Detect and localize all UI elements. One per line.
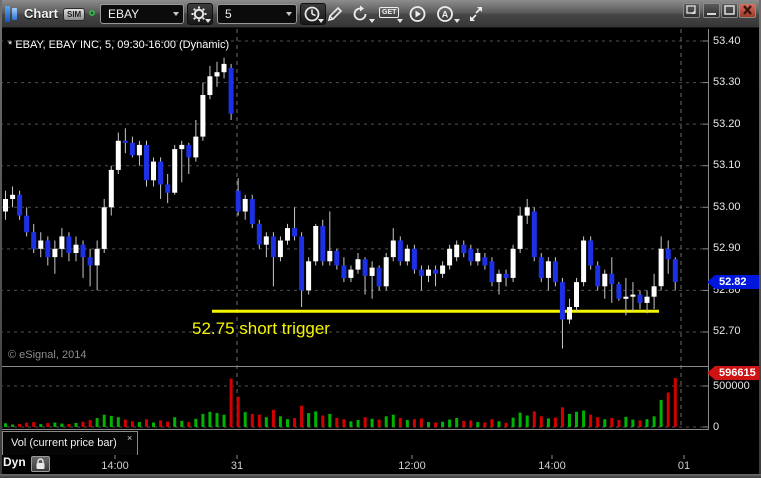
time-axis-label: 12:00 bbox=[398, 460, 426, 472]
last-price-value: 52.82 bbox=[715, 275, 759, 289]
minimize-icon bbox=[707, 13, 716, 15]
titlebar: Chart SIM EBAY 5 GET A bbox=[0, 0, 761, 28]
popout-window-button[interactable] bbox=[683, 3, 700, 18]
badge-arrow-icon bbox=[707, 275, 715, 289]
chart-app-icon bbox=[5, 6, 19, 22]
time-axis-label: 31 bbox=[230, 460, 244, 472]
chevron-down-icon bbox=[173, 12, 179, 16]
get-icon: GET bbox=[379, 7, 400, 18]
chevron-down-icon bbox=[454, 19, 460, 23]
time-axis-label: 01 bbox=[677, 460, 691, 472]
chevron-down-icon bbox=[286, 12, 292, 16]
interval-combo[interactable]: 5 bbox=[217, 4, 297, 24]
draw-pencil-icon[interactable] bbox=[326, 5, 346, 23]
time-axis-label: 14:00 bbox=[101, 460, 129, 472]
price-axis-label: 53.20 bbox=[713, 117, 741, 130]
get-data-button[interactable]: GET bbox=[379, 5, 405, 23]
play-replay-icon[interactable] bbox=[408, 5, 428, 23]
maximize-icon bbox=[724, 5, 735, 15]
candlestick-chart[interactable] bbox=[0, 0, 761, 478]
chart-window: Chart SIM EBAY 5 GET A * EBAY, EBAY INC,… bbox=[0, 0, 761, 478]
last-volume-value: 596615 bbox=[715, 366, 759, 380]
copyright-label: © eSignal, 2014 bbox=[8, 349, 87, 361]
close-icon bbox=[743, 5, 752, 15]
badge-arrow-icon bbox=[707, 366, 715, 380]
maximize-button[interactable] bbox=[721, 3, 738, 18]
symbol-settings-button[interactable] bbox=[187, 3, 213, 25]
window-border bbox=[0, 474, 761, 478]
close-icon[interactable]: × bbox=[127, 434, 132, 443]
price-axis-label: 52.90 bbox=[713, 242, 741, 255]
tab-volume-label: Vol (current price bar) bbox=[11, 437, 117, 449]
symbol-value: EBAY bbox=[108, 7, 140, 21]
time-template-button[interactable] bbox=[300, 3, 326, 25]
price-axis-label: 53.30 bbox=[713, 76, 741, 89]
chart-symbol-header: * EBAY, EBAY INC, 5, 09:30-16:00 (Dynami… bbox=[8, 39, 230, 51]
symbol-combo[interactable]: EBAY bbox=[100, 4, 184, 24]
window-border bbox=[0, 0, 2, 478]
chevron-down-icon bbox=[369, 19, 375, 23]
letter-a-circle-icon: A bbox=[437, 6, 453, 22]
minimize-button[interactable] bbox=[703, 3, 720, 18]
time-axis-lock-button[interactable] bbox=[31, 456, 50, 472]
reload-menu-button[interactable] bbox=[351, 5, 375, 23]
price-axis-label: 53.40 bbox=[713, 34, 741, 47]
circular-arrow-icon bbox=[353, 5, 367, 21]
transfer-arrows-icon[interactable] bbox=[466, 5, 486, 23]
close-button[interactable] bbox=[739, 3, 756, 18]
connection-status-icon bbox=[89, 10, 95, 16]
dynamic-session-label: Dyn bbox=[3, 455, 26, 469]
popout-icon bbox=[686, 5, 696, 14]
volume-axis-max-label: 500000 bbox=[713, 380, 750, 392]
auto-trade-button[interactable]: A bbox=[436, 5, 460, 23]
chevron-down-icon bbox=[397, 19, 403, 23]
price-axis-label: 53.00 bbox=[713, 200, 741, 213]
chevron-down-icon bbox=[205, 19, 211, 23]
volume-axis-zero-label: 0 bbox=[713, 421, 720, 433]
window-controls bbox=[683, 3, 759, 19]
window-title: Chart bbox=[24, 6, 58, 21]
chevron-down-icon bbox=[318, 19, 324, 23]
lock-icon bbox=[36, 458, 45, 469]
time-axis-label: 14:00 bbox=[538, 460, 566, 472]
price-axis-label: 53.10 bbox=[713, 159, 741, 172]
price-axis-label: 52.70 bbox=[713, 325, 741, 338]
tab-volume-study[interactable]: Vol (current price bar) × bbox=[2, 431, 138, 455]
interval-value: 5 bbox=[225, 7, 232, 21]
svg-text:A: A bbox=[442, 10, 449, 20]
trigger-annotation-label[interactable]: 52.75 short trigger bbox=[192, 319, 330, 339]
study-tab-strip: Vol (current price bar) × bbox=[0, 430, 709, 455]
sim-mode-badge: SIM bbox=[63, 8, 86, 21]
